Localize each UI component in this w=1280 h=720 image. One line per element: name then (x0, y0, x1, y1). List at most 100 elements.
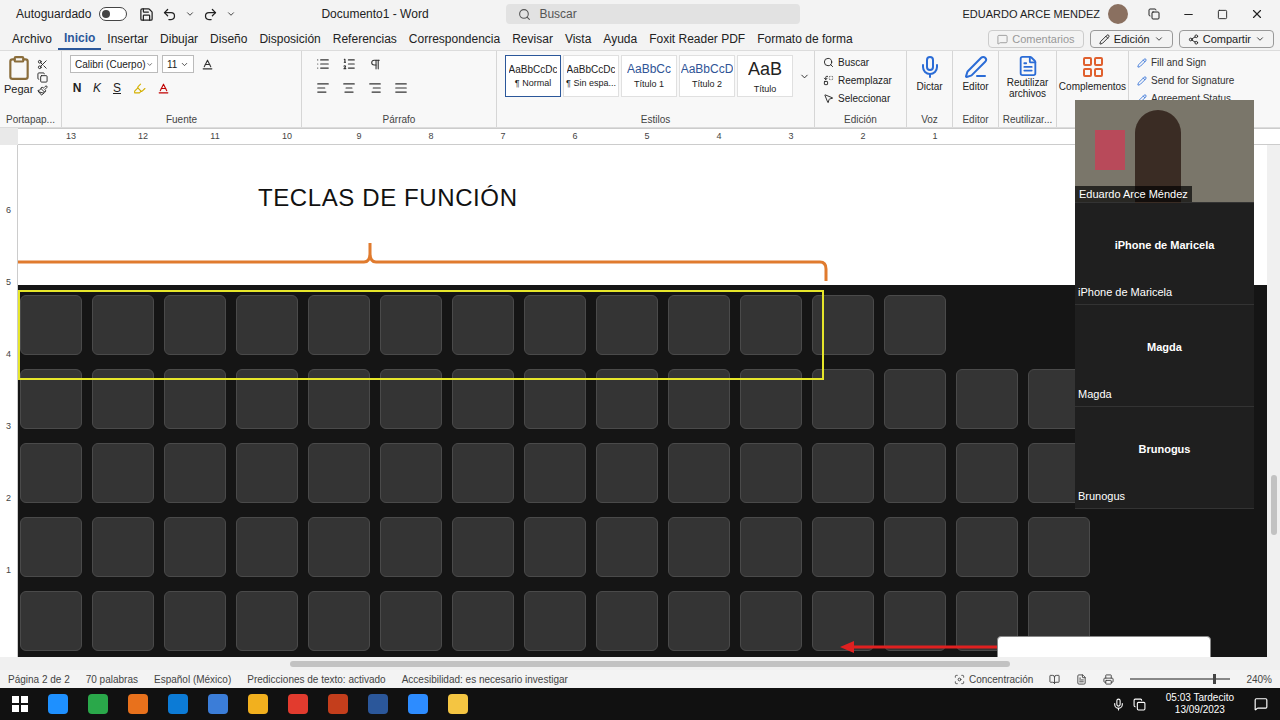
menu-tab[interactable]: Foxit Reader PDF (643, 28, 751, 50)
brace-shape[interactable] (18, 239, 830, 285)
taskbar-app-icon[interactable] (408, 694, 428, 714)
horizontal-scrollbar[interactable] (0, 657, 1280, 670)
menu-tab[interactable]: Insertar (101, 28, 154, 50)
taskbar-app-icon[interactable] (448, 694, 468, 714)
taskbar-app-icon[interactable] (128, 694, 148, 714)
undo-icon[interactable] (162, 7, 177, 22)
status-item[interactable]: 70 palabras (86, 672, 138, 687)
quick-access-icon[interactable] (226, 9, 236, 19)
font-size-select[interactable]: 11 (162, 55, 194, 73)
ribbon-group: EditorEditor (953, 51, 999, 127)
bullets-button[interactable] (314, 55, 332, 73)
taskbar-app-icon[interactable] (208, 694, 228, 714)
taskbar-app-icon[interactable] (168, 694, 188, 714)
copy-icon[interactable] (37, 72, 48, 83)
style-item[interactable]: AaBbCcDc¶ Normal (505, 55, 561, 97)
clear-format-button[interactable] (198, 55, 216, 73)
align-left-button[interactable] (314, 79, 332, 97)
style-item[interactable]: AaBbCcTítulo 1 (621, 55, 677, 97)
clock[interactable]: 05:03 Tardecito13/09/2023 (1166, 692, 1234, 716)
taskbar-app-icon[interactable] (88, 694, 108, 714)
reuse-files-button[interactable]: Reutilizararchivos (1003, 55, 1052, 99)
menu-tab[interactable]: Archivo (6, 28, 58, 50)
tray-mic-icon[interactable] (1112, 698, 1125, 711)
undo-dropdown-icon[interactable] (185, 9, 195, 19)
menu-action-button[interactable]: Edición (1090, 30, 1173, 48)
pilcrow-button[interactable] (366, 55, 384, 73)
align-right-button[interactable] (366, 79, 384, 97)
font-color-button[interactable] (154, 79, 172, 97)
format-button[interactable]: S (110, 79, 124, 97)
style-item[interactable]: AaBTítulo (737, 55, 793, 97)
zoom-level[interactable]: 240% (1246, 672, 1272, 687)
taskbar-app-icon[interactable] (248, 694, 268, 714)
numbering-button[interactable] (340, 55, 358, 73)
cut-icon[interactable] (37, 59, 48, 70)
participant-video[interactable]: Eduardo Arce Méndez (1075, 100, 1254, 203)
foxit-button[interactable]: Send for Signature (1137, 73, 1280, 88)
menu-tab[interactable]: Referencias (327, 28, 403, 50)
web-layout-icon[interactable] (1103, 674, 1114, 685)
style-item[interactable]: AaBbCcDTítulo 2 (679, 55, 735, 97)
participant-tile[interactable]: MagdaMagda (1075, 305, 1254, 407)
font-name-select[interactable]: Calibri (Cuerpo) (70, 55, 158, 73)
justify-button[interactable] (392, 79, 410, 97)
status-item[interactable]: Predicciones de texto: activado (247, 672, 385, 687)
focus-button[interactable]: Concentración (954, 672, 1033, 687)
menu-tab[interactable]: Dibujar (154, 28, 204, 50)
vertical-scrollbar[interactable] (1267, 145, 1280, 657)
status-item[interactable]: Página 2 de 2 (8, 672, 70, 687)
menu-tab[interactable]: Correspondencia (403, 28, 506, 50)
menu-action-button[interactable]: Compartir (1179, 30, 1274, 48)
format-button[interactable]: K (90, 79, 104, 97)
taskbar-app-icon[interactable] (328, 694, 348, 714)
menu-tab[interactable]: Ayuda (597, 28, 643, 50)
editing-button[interactable]: Reemplazar (823, 73, 892, 88)
taskbar-app-icon[interactable] (48, 694, 68, 714)
addins-icon (1081, 55, 1105, 79)
status-item[interactable]: Español (México) (154, 672, 231, 687)
status-item[interactable]: Accesibilidad: es necesario investigar (402, 672, 568, 687)
user-avatar-icon[interactable] (1108, 4, 1128, 24)
participant-tile[interactable]: iPhone de MaricelaiPhone de Maricela (1075, 203, 1254, 305)
format-painter-icon[interactable] (37, 85, 48, 96)
print-layout-icon[interactable] (1076, 674, 1087, 685)
menu-tab[interactable]: Revisar (506, 28, 559, 50)
editor-button[interactable]: Editor (957, 55, 994, 94)
menu-tab[interactable]: Disposición (253, 28, 326, 50)
windows-start-icon[interactable] (12, 696, 28, 712)
menu-action-button[interactable]: Comentarios (988, 30, 1083, 48)
participant-tile[interactable]: BrunogusBrunogus (1075, 407, 1254, 509)
taskbar-app-icon[interactable] (288, 694, 308, 714)
read-mode-icon[interactable] (1049, 674, 1060, 685)
save-icon[interactable] (139, 7, 154, 22)
maximize-icon[interactable] (1217, 9, 1228, 20)
close-icon[interactable] (1250, 7, 1264, 21)
shape-label-box[interactable] (997, 636, 1211, 657)
yellow-highlight-box[interactable] (18, 290, 824, 380)
taskbar-app-icon[interactable] (368, 694, 388, 714)
foxit-button[interactable]: Fill and Sign (1137, 55, 1280, 70)
notifications-icon[interactable] (1254, 697, 1268, 711)
zoom-slider[interactable] (1130, 678, 1230, 680)
minimize-icon[interactable] (1182, 8, 1195, 21)
format-button[interactable]: N (70, 79, 84, 97)
menu-tab[interactable]: Diseño (204, 28, 253, 50)
menu-tab[interactable]: Formato de forma (751, 28, 858, 50)
search-box[interactable]: Buscar (506, 4, 800, 24)
paste-button[interactable]: Pegar (4, 55, 33, 98)
highlight-button[interactable] (130, 79, 148, 97)
align-center-button[interactable] (340, 79, 358, 97)
redo-icon[interactable] (203, 7, 218, 22)
menu-tab[interactable]: Vista (559, 28, 597, 50)
style-item[interactable]: AaBbCcDc¶ Sin espa... (563, 55, 619, 97)
ribbon-display-icon[interactable] (1148, 8, 1160, 20)
menu-tab[interactable]: Inicio (58, 28, 101, 50)
red-arrow-shape[interactable] (838, 640, 998, 654)
autosave-toggle[interactable] (99, 7, 127, 21)
styles-more-icon[interactable] (799, 71, 810, 82)
editing-button[interactable]: Buscar (823, 55, 892, 70)
editing-button[interactable]: Seleccionar (823, 91, 892, 106)
tray-icon[interactable] (1133, 698, 1146, 711)
dictate-button[interactable]: Dictar (911, 55, 948, 94)
